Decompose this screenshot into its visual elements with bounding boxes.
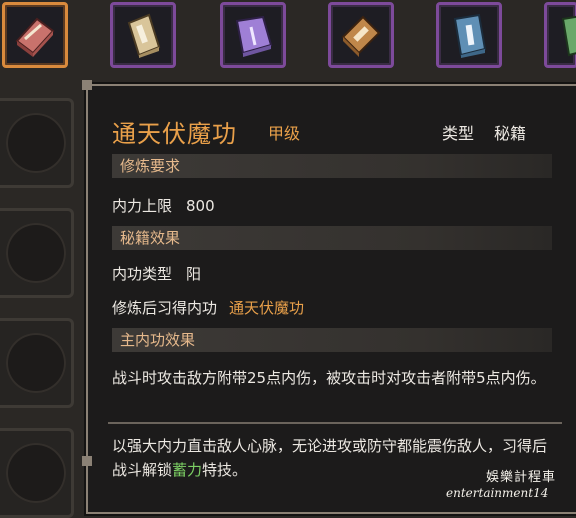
green-manual-icon (561, 15, 576, 57)
inner-type-value: 阳 (186, 265, 202, 283)
inventory-slot-3[interactable] (220, 2, 286, 68)
side-slot-4[interactable] (0, 428, 74, 518)
item-type-label: 类型 (442, 124, 475, 143)
empty-slot-ring (6, 443, 66, 503)
learn-row: 修炼后习得内功 通天伏魔功 (112, 297, 304, 318)
blue-manual-icon (453, 13, 487, 58)
watermark-latin: entertainment14 (446, 486, 549, 500)
learn-value: 通天伏魔功 (229, 299, 305, 317)
side-slot-3[interactable] (0, 318, 74, 408)
item-grade: 甲级 (268, 124, 301, 143)
requirement-row: 内力上限 800 (112, 195, 215, 216)
description-post: 特技。 (202, 461, 248, 479)
corner-notch (82, 456, 92, 466)
beige-manual-icon (127, 13, 161, 58)
inner-type-label: 内功类型 (112, 265, 173, 283)
empty-slot-ring (6, 113, 66, 173)
main-effect-header: 主内功效果 (112, 328, 552, 352)
inventory-slot-6[interactable] (544, 2, 576, 68)
requirement-label: 内力上限 (112, 197, 173, 215)
effects-header: 秘籍效果 (112, 226, 552, 250)
corner-notch (82, 80, 92, 90)
item-type-value: 秘籍 (494, 124, 527, 143)
requirements-header: 修炼要求 (112, 154, 552, 178)
main-effect-text: 战斗时攻击敌方附带25点内伤，被攻击时对攻击者附带5点内伤。 (112, 369, 546, 387)
empty-slot-ring (6, 333, 66, 393)
divider (108, 422, 562, 424)
inventory-slot-5[interactable] (436, 2, 502, 68)
requirement-value: 800 (186, 197, 215, 215)
item-tooltip: 通天伏魔功 甲级 类型 秘籍 修炼要求 内力上限 800 秘籍效果 内功类型阳 修… (82, 80, 576, 514)
description-highlight: 蓄力 (172, 461, 203, 479)
empty-slot-ring (6, 223, 66, 283)
red-manual-icon (15, 17, 55, 57)
learn-label: 修炼后习得内功 (112, 299, 218, 317)
watermark-chinese: 娛樂計程車 (486, 470, 557, 485)
side-slot-2[interactable] (0, 208, 74, 298)
inner-type-row: 内功类型阳 (112, 263, 201, 284)
purple-manual-icon (235, 15, 273, 57)
inventory-slot-2[interactable] (110, 2, 176, 68)
item-title: 通天伏魔功 (112, 120, 237, 148)
inventory-slot-4[interactable] (328, 2, 394, 68)
side-slot-1[interactable] (0, 98, 74, 188)
brown-manual-icon (341, 15, 381, 57)
inventory-slot-1[interactable] (2, 2, 68, 68)
